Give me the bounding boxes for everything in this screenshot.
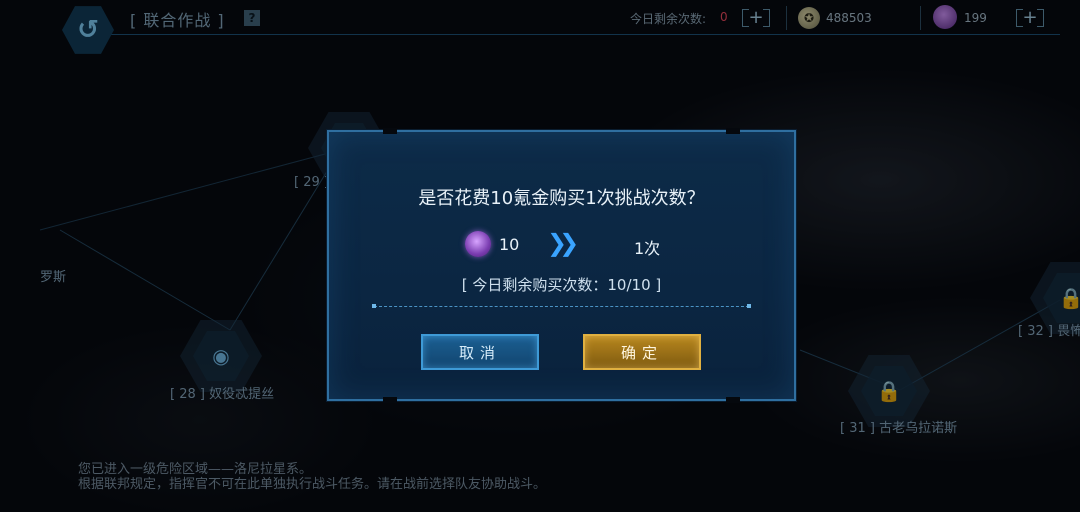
dialog-title: 是否花费10氪金购买1次挑战次数？	[418, 188, 705, 209]
dialog-divider	[374, 306, 749, 307]
divider-dot	[372, 304, 376, 308]
dialog-corner-notch	[726, 128, 740, 134]
dialog-corner-notch	[383, 128, 397, 134]
dialog-corner-notch	[383, 397, 397, 403]
cancel-button[interactable]: 取消	[421, 334, 539, 370]
gain-value: 1次	[634, 239, 661, 258]
exchange-row: 10 ❯❯ 1次	[329, 229, 794, 259]
purple-gem-icon	[465, 231, 491, 257]
dialog-corner-notch	[726, 397, 740, 403]
confirm-button[interactable]: 确定	[583, 334, 701, 370]
purchase-dialog: 是否花费10氪金购买1次挑战次数？ 10 ❯❯ 1次 [ 今日剩余购买次数：10…	[327, 128, 796, 403]
divider-dot	[747, 304, 751, 308]
cost-value: 10	[499, 235, 520, 254]
remaining-purchases: [ 今日剩余购买次数：10/10 ]	[461, 276, 662, 294]
double-chevron-right-icon: ❯❯	[547, 229, 579, 257]
